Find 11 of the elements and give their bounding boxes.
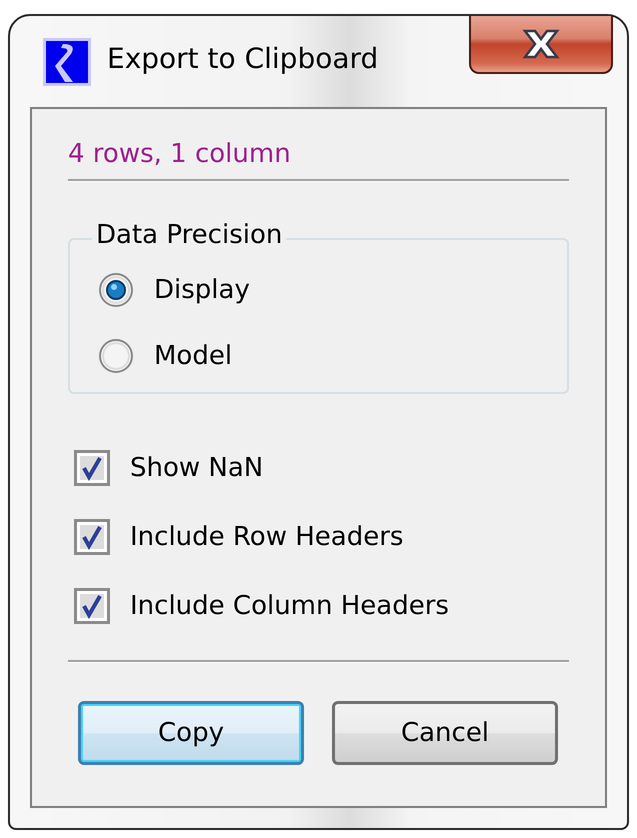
dialog-button[interactable]: Cancel [332, 701, 558, 765]
radio-option[interactable]: Model [98, 338, 567, 374]
app-icon [43, 38, 91, 86]
radio-option[interactable]: Display [98, 272, 567, 308]
close-button[interactable] [469, 16, 613, 74]
checkbox-option[interactable]: Include Column Headers [74, 588, 569, 624]
window-title: Export to Clipboard [107, 42, 378, 75]
dialog-button[interactable]: Copy [78, 701, 304, 765]
checkbox-option[interactable]: Show NaN [74, 450, 569, 486]
checkbox-option[interactable]: Include Row Headers [74, 519, 569, 555]
summary-text: 4 rows, 1 column [68, 138, 292, 171]
